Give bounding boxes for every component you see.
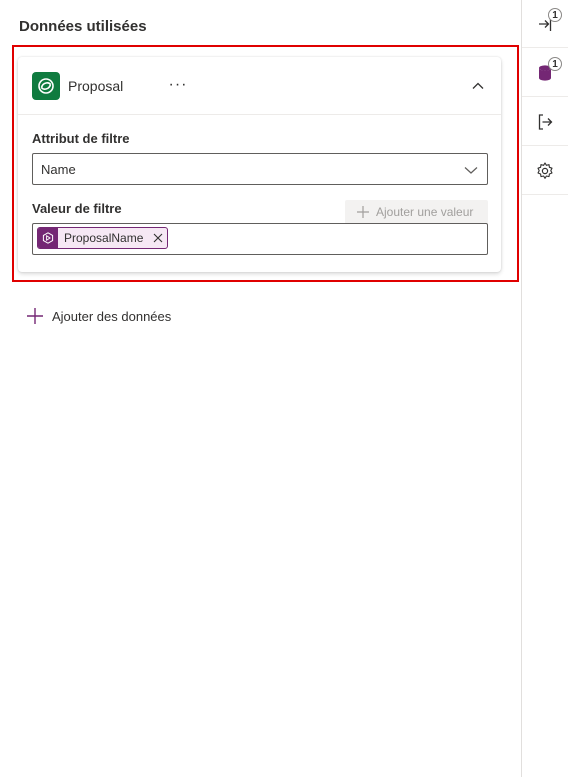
filter-value-label: Valeur de filtre	[32, 201, 122, 216]
dataverse-icon	[32, 72, 60, 100]
rail-item-settings[interactable]	[522, 147, 568, 195]
chevron-down-icon	[464, 167, 478, 174]
add-data-label: Ajouter des données	[52, 308, 172, 324]
data-source-name: Proposal	[68, 78, 124, 94]
output-icon	[538, 113, 553, 130]
close-icon	[153, 233, 163, 243]
filter-attribute-label: Attribut de filtre	[32, 131, 130, 146]
filter-value-input[interactable]: ProposalName	[32, 223, 488, 255]
settings-icon	[537, 161, 553, 179]
data-pane: Données utilisées Proposal ··· Attribut …	[0, 0, 521, 777]
add-value-button[interactable]: Ajouter une valeur	[345, 200, 488, 224]
card-header[interactable]: Proposal ···	[18, 57, 501, 115]
plus-icon	[357, 206, 369, 218]
rail-badge-input: 1	[548, 8, 562, 22]
rail-item-output[interactable]	[522, 98, 568, 146]
dynamic-value-icon	[38, 228, 58, 248]
add-value-label: Ajouter une valeur	[376, 205, 474, 219]
side-rail: 1 1	[521, 0, 568, 777]
collapse-button[interactable]	[466, 74, 490, 98]
add-data-button[interactable]: Ajouter des données	[26, 306, 171, 326]
filter-attribute-dropdown[interactable]: Name	[32, 153, 488, 185]
value-tag-label: ProposalName	[64, 231, 144, 245]
filter-attribute-value: Name	[41, 162, 76, 177]
rail-item-input[interactable]: 1	[522, 0, 568, 48]
plus-icon	[27, 308, 43, 324]
rail-item-data[interactable]: 1	[522, 49, 568, 97]
data-source-card: Proposal ··· Attribut de filtre Name Val…	[18, 57, 501, 272]
chevron-up-icon	[472, 82, 484, 89]
remove-tag-button[interactable]	[149, 228, 167, 248]
panel-title: Données utilisées	[19, 18, 147, 35]
value-tag[interactable]: ProposalName	[37, 227, 169, 249]
rail-badge-data: 1	[548, 57, 562, 71]
more-options-button[interactable]: ···	[166, 73, 190, 97]
